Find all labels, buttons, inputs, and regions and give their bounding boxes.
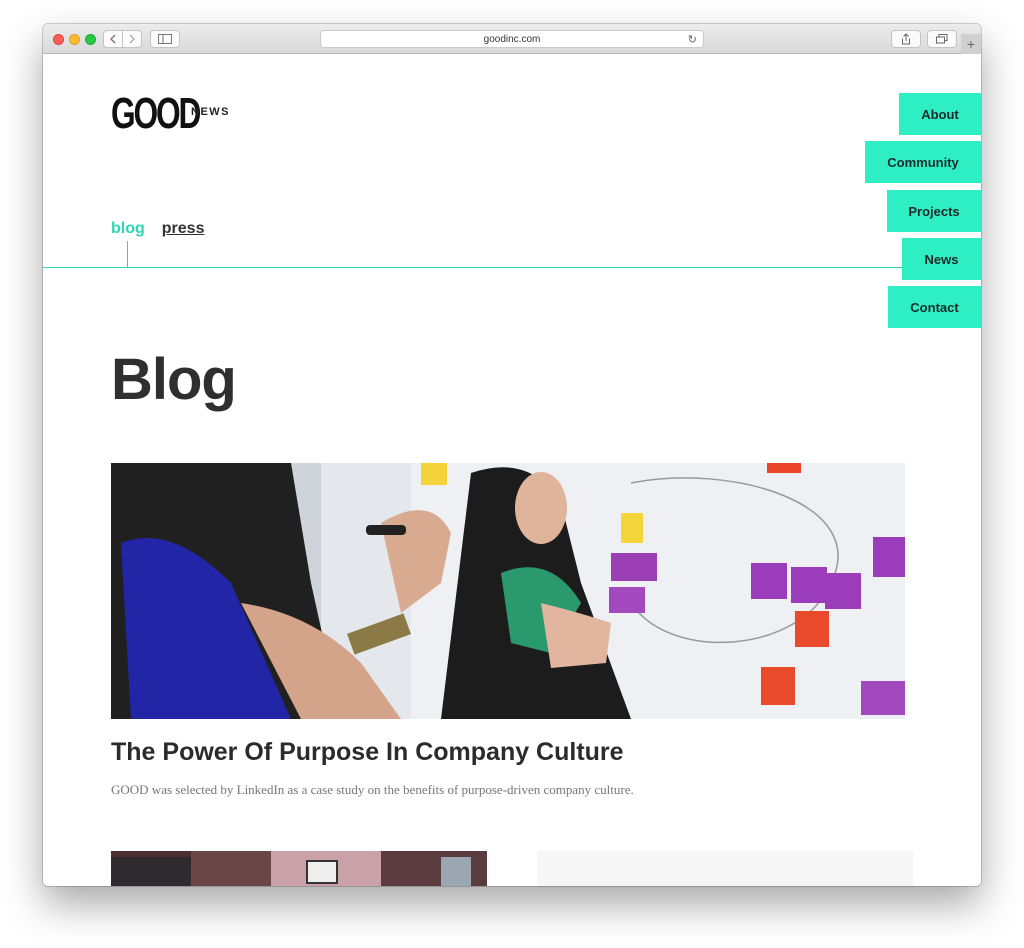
nav-about[interactable]: About: [899, 93, 981, 135]
active-tab-indicator: [127, 241, 128, 268]
browser-window: goodinc.com ↻ + GOOD NEWS About Communit…: [43, 24, 981, 886]
featured-post-excerpt: GOOD was selected by LinkedIn as a case …: [111, 782, 634, 797]
nav-contact[interactable]: Contact: [888, 286, 981, 328]
share-button[interactable]: [891, 30, 921, 48]
url-text: goodinc.com: [483, 33, 541, 45]
chevron-left-icon: [110, 34, 116, 44]
featured-post-title[interactable]: The Power Of Purpose In Company Culture: [111, 738, 624, 767]
site-logo[interactable]: GOOD NEWS: [111, 92, 233, 136]
new-tab-button[interactable]: +: [961, 34, 981, 54]
nav-projects[interactable]: Projects: [887, 190, 981, 232]
logo-subtitle: NEWS: [191, 106, 230, 118]
nav-news[interactable]: News: [902, 238, 981, 280]
sidebar-toggle-button[interactable]: [150, 30, 180, 48]
zoom-window-button[interactable]: [85, 34, 96, 45]
sidebar-icon: [158, 34, 172, 44]
chevron-right-icon: [129, 34, 135, 44]
nav-community[interactable]: Community: [865, 141, 981, 183]
browser-titlebar: goodinc.com ↻ +: [43, 24, 981, 54]
logo-wordmark: GOOD: [111, 89, 201, 138]
back-button[interactable]: [103, 30, 123, 48]
minimize-window-button[interactable]: [69, 34, 80, 45]
web-page: GOOD NEWS About Community Projects News …: [43, 54, 981, 886]
page-title: Blog: [111, 347, 237, 412]
tab-blog[interactable]: blog: [111, 220, 145, 238]
hero-photo: [111, 463, 905, 719]
section-tabs: blog press: [111, 220, 204, 238]
tab-overview-button[interactable]: [927, 30, 957, 48]
section-divider: [43, 267, 903, 268]
address-bar[interactable]: goodinc.com ↻: [320, 30, 704, 48]
featured-post-image[interactable]: [111, 463, 905, 719]
tabs-icon: [936, 34, 948, 44]
share-icon: [902, 33, 910, 45]
reload-icon[interactable]: ↻: [688, 33, 697, 46]
post-card[interactable]: [537, 851, 913, 886]
forward-button[interactable]: [122, 30, 142, 48]
close-window-button[interactable]: [53, 34, 64, 45]
thumbnail-photo: [111, 851, 487, 886]
post-thumbnail[interactable]: [111, 851, 487, 886]
tab-press[interactable]: press: [162, 220, 205, 238]
